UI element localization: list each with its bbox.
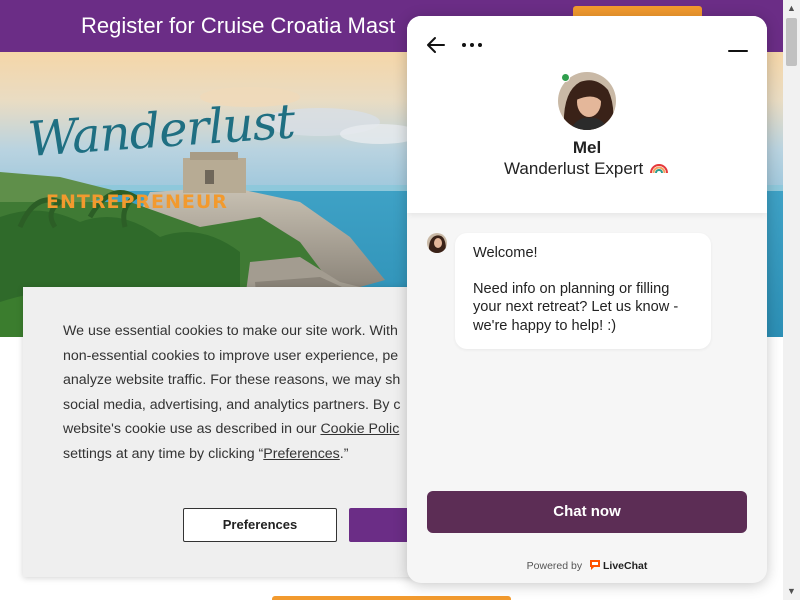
powered-by-footer[interactable]: Powered by LiveChat <box>407 559 767 572</box>
cookie-text-line: website's cookie use as described in our… <box>63 417 443 442</box>
chat-now-button[interactable]: Chat now <box>427 491 747 533</box>
agent-title-text: Wanderlust Expert <box>504 159 644 178</box>
cookie-text-line: non-essential cookies to improve user ex… <box>63 347 399 364</box>
more-dots-icon[interactable] <box>460 34 484 56</box>
preferences-link[interactable]: Preferences <box>263 446 340 462</box>
page: Register for Cruise Croatia Mast Wanderl… <box>0 0 800 600</box>
cookie-text-line: analyze website traffic. For these reaso… <box>63 372 401 389</box>
scroll-up-arrow-icon[interactable]: ▲ <box>783 0 800 17</box>
chat-message-bubble: Welcome! Need info on planning or fillin… <box>455 233 711 349</box>
agent-photo-small <box>427 233 447 253</box>
cookie-text-line-prefix: website's cookie use as described in our <box>63 421 321 438</box>
scroll-down-arrow-icon[interactable]: ▼ <box>783 583 800 600</box>
agent-title: Wanderlust Expert <box>407 159 765 179</box>
agent-name: Mel <box>572 138 602 157</box>
chat-header: Mel Wanderlust Expert <box>407 16 767 213</box>
scroll-thumb[interactable] <box>786 18 797 66</box>
livechat-logo-icon <box>590 560 601 570</box>
minimize-icon[interactable] <box>727 38 749 60</box>
preferences-button[interactable]: Preferences <box>183 508 337 542</box>
cookie-banner: We use essential cookies to make our sit… <box>23 287 443 577</box>
cookie-text-line: settings at any time by clicking “Prefer… <box>63 442 443 467</box>
message-line: Need info on planning or filling <box>473 281 670 298</box>
back-arrow-icon[interactable] <box>425 34 447 56</box>
logo-sub-text: ENTREPRENEUR <box>46 191 228 213</box>
cookie-text-line: social media, advertising, and analytics… <box>63 396 401 413</box>
livechat-brand: LiveChat <box>603 560 648 572</box>
message-agent-avatar <box>427 233 447 253</box>
cookie-last-line-prefix: settings at any time by clicking “ <box>63 445 264 462</box>
page-cta-button[interactable] <box>272 596 511 600</box>
powered-by-text: Powered by <box>526 560 583 572</box>
banner-text[interactable]: Register for Cruise Croatia Mast <box>81 13 395 39</box>
message-gap <box>473 262 693 280</box>
online-status-dot <box>561 73 570 82</box>
message-greeting: Welcome! <box>473 245 538 261</box>
message-line: your next retreat? Let us know - <box>473 299 679 316</box>
cookie-policy-link[interactable]: Cookie Polic <box>320 421 399 437</box>
cookie-last-line-suffix: .” <box>339 445 349 462</box>
cookie-text: We use essential cookies to make our sit… <box>63 319 443 467</box>
page-scrollbar[interactable]: ▲ ▼ <box>783 0 800 600</box>
chat-widget: Mel Wanderlust Expert Welcome! Need info… <box>407 16 767 583</box>
rainbow-icon <box>649 164 668 174</box>
message-line: we're happy to help! :) <box>473 317 617 334</box>
cookie-text-line: We use essential cookies to make our sit… <box>63 323 398 339</box>
